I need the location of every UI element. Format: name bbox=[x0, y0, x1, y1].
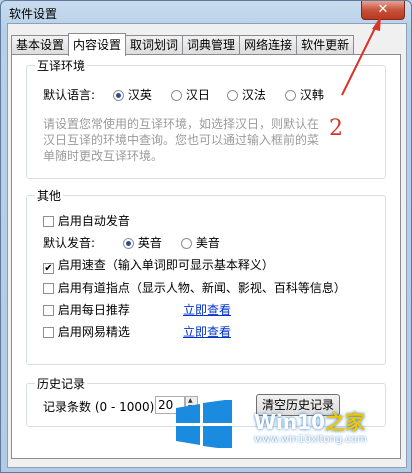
tab-content-settings[interactable]: 内容设置 bbox=[68, 33, 127, 56]
watermark-brand-accent: 之家 bbox=[325, 410, 365, 434]
watermark-brand-main: Win10 bbox=[254, 410, 325, 434]
windows-logo-icon bbox=[176, 400, 232, 448]
annotation-number: 2 bbox=[329, 116, 343, 141]
watermark-url: www.win10xitong.com bbox=[254, 434, 367, 445]
watermark-brand: Win10之家 bbox=[254, 406, 365, 435]
